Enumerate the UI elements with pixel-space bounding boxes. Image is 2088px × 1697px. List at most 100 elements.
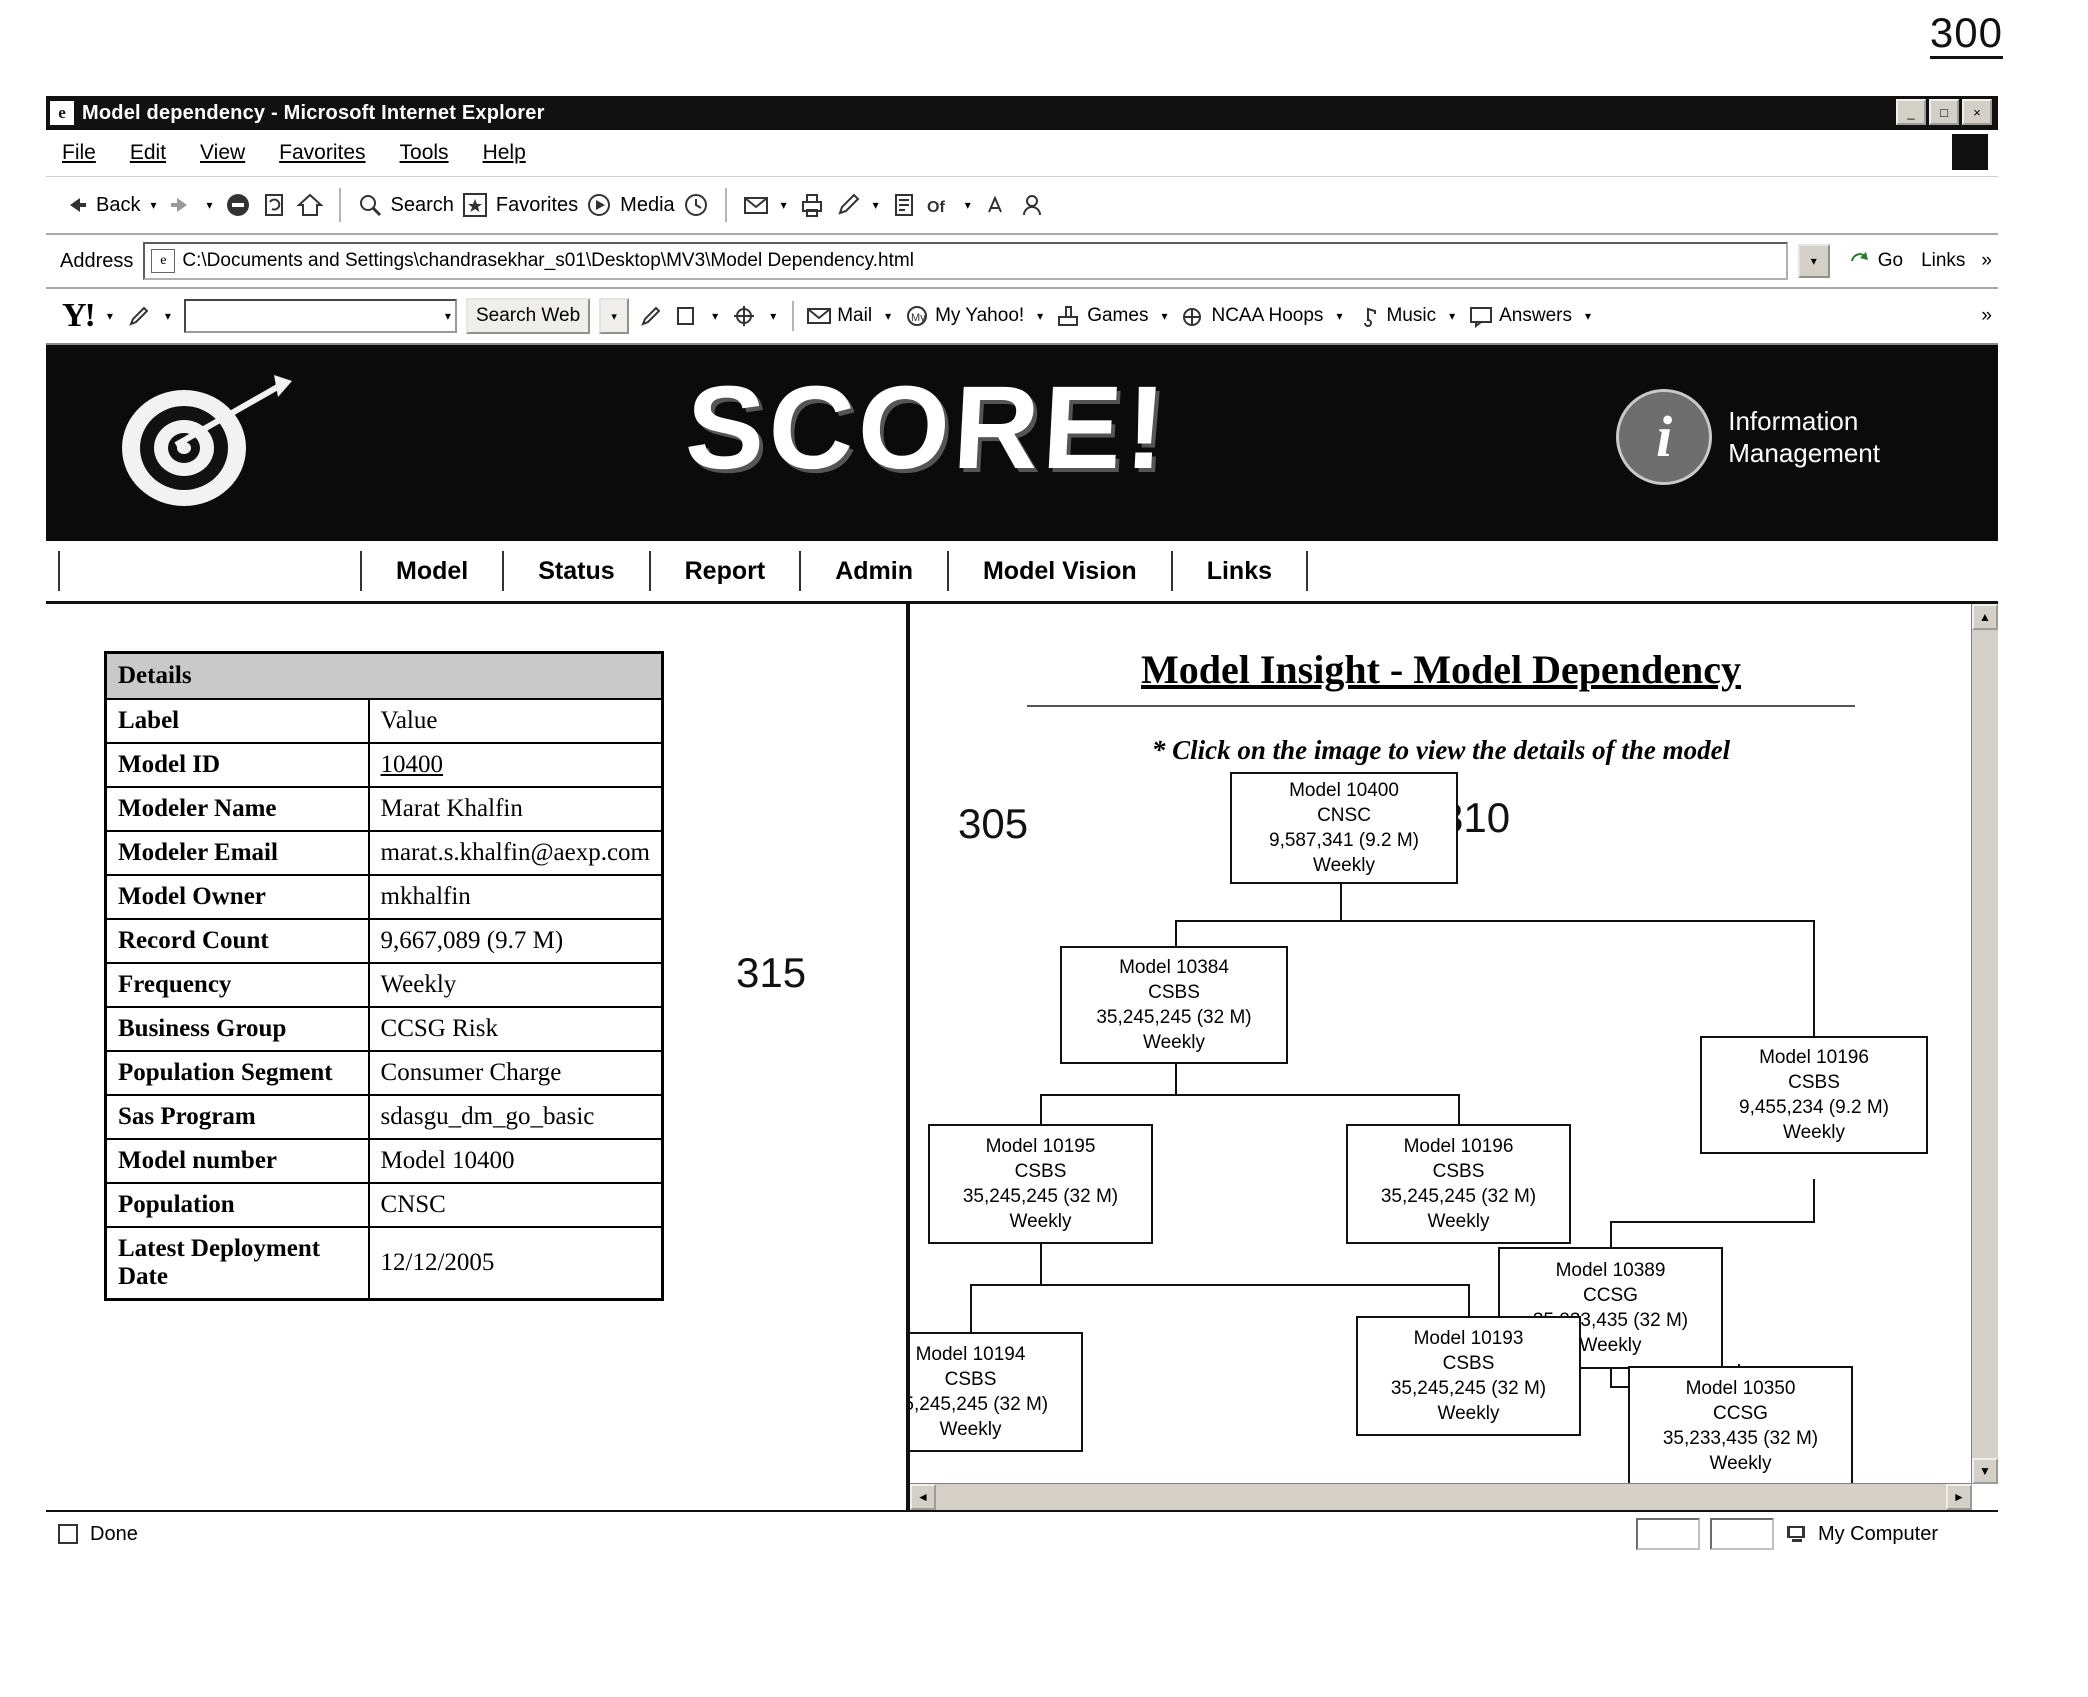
research-button[interactable] [981,190,1011,220]
yahoo-search-input[interactable]: ▾ [183,299,457,333]
refresh-button[interactable] [259,190,289,220]
nav-item-admin[interactable]: Admin [801,557,947,586]
menu-item-help[interactable]: Help [483,141,526,165]
edge-to-10196 [1813,920,1815,1036]
yahoo-antispy-dropdown-icon[interactable]: ▾ [770,309,776,323]
scroll-up-button[interactable]: ▲ [1972,604,1998,630]
yahoo-music-dropdown-icon[interactable]: ▾ [1449,309,1455,323]
yahoo-games-dropdown-icon[interactable]: ▾ [1161,309,1167,323]
diagram-node-10196[interactable]: Model 10196 CSBS 9,455,234 (9.2 M) Weekl… [1700,1036,1928,1154]
home-icon [295,193,324,216]
table-row: Sas Program sdasgu_dm_go_basic [104,1094,664,1140]
model-id-link[interactable]: 10400 [381,751,444,778]
yahoo-search-dropdown-icon[interactable]: ▾ [599,298,630,334]
vertical-scrollbar[interactable]: ▲ ▼ [1971,604,1998,1484]
forward-button[interactable] [167,190,197,220]
diagram-node-10384[interactable]: Model 10384 CSBS 35,245,245 (32 M) Weekl… [1060,946,1288,1064]
row-label-modeler-email: Modeler Email [104,830,370,876]
table-row: Frequency Weekly [104,962,664,1008]
address-overflow-icon[interactable]: » [1981,250,1998,272]
diagram-node-10196b[interactable]: Model 10196 CSBS 35,245,245 (32 M) Weekl… [1346,1124,1571,1244]
back-dropdown-icon[interactable]: ▾ [150,198,156,212]
address-input[interactable]: e C:\Documents and Settings\chandrasekha… [143,242,1788,280]
edit-button[interactable] [833,190,863,220]
menu-item-tools[interactable]: Tools [400,141,449,165]
menu-item-favorites[interactable]: Favorites [279,141,365,165]
yahoo-answers-dropdown-icon[interactable]: ▾ [1585,309,1591,323]
yahoo-my-yahoo-dropdown-icon[interactable]: ▾ [1037,309,1043,323]
diagram-node-10350[interactable]: Model 10350 CCSG 35,233,435 (32 M) Weekl… [1628,1366,1853,1484]
menu-item-edit[interactable]: Edit [130,141,166,165]
yahoo-highlight-icon[interactable] [638,304,664,328]
yahoo-search-input-caret-icon[interactable]: ▾ [445,309,451,323]
discuss-button[interactable] [889,190,919,220]
nav-item-status[interactable]: Status [504,557,648,586]
search-button[interactable]: Search [355,190,454,220]
score-banner: SCORE! i Information Management [46,345,1998,541]
yahoo-bookmarks-icon[interactable] [673,304,699,328]
nav-item-links[interactable]: Links [1173,557,1306,586]
yahoo-mail-button[interactable]: Mail [806,304,872,328]
media-button[interactable]: Media [584,190,675,220]
computer-icon [1786,1526,1805,1542]
close-button[interactable]: × [1962,99,1992,125]
horizontal-scrollbar[interactable]: ◄ ► [910,1483,1972,1510]
print-button[interactable] [797,190,827,220]
my-yahoo-icon: My [907,306,928,326]
yahoo-bookmarks-dropdown-icon[interactable]: ▾ [712,309,718,323]
diagram-node-10194[interactable]: Model 10194 CSBS 35,245,245 (32 M) Weekl… [910,1332,1083,1452]
nav-item-model[interactable]: Model [362,557,502,586]
refresh-icon [264,194,283,216]
security-zone-label: My Computer [1817,1522,1938,1545]
yahoo-ncaa-hoops-label: NCAA Hoops [1211,305,1324,326]
yahoo-logo-icon[interactable]: Y! [62,297,96,335]
yahoo-music-button[interactable]: Music [1355,304,1436,328]
figure-number: 300 [1929,12,2003,59]
nav-item-report[interactable]: Report [651,557,800,586]
yahoo-my-yahoo-button[interactable]: My My Yahoo! [904,304,1024,328]
diagram-node-10193[interactable]: Model 10193 CSBS 35,245,245 (32 M) Weekl… [1356,1316,1581,1436]
yahoo-pencil-icon[interactable] [126,304,152,328]
edge-10384-down [1175,1064,1177,1094]
yahoo-ncaa-hoops-button[interactable]: NCAA Hoops [1180,304,1323,328]
stop-button[interactable] [223,190,253,220]
mail-dropdown-icon[interactable]: ▾ [781,198,787,212]
edit-dropdown-icon[interactable]: ▾ [873,198,879,212]
yahoo-antispy-icon[interactable] [731,304,757,328]
menu-item-view[interactable]: View [200,141,245,165]
yahoo-ncaa-dropdown-icon[interactable]: ▾ [1336,309,1342,323]
scroll-left-button[interactable]: ◄ [910,1484,936,1510]
address-dropdown-icon[interactable]: ▾ [1797,244,1830,278]
messenger-button[interactable]: Of [925,190,955,220]
node-population: CCSG [1583,1284,1638,1306]
yahoo-pencil-dropdown-icon[interactable]: ▾ [165,309,171,323]
favorites-button[interactable]: Favorites [460,190,578,220]
go-button[interactable]: Go [1840,250,1911,272]
yahoo-games-button[interactable]: Games [1056,304,1148,328]
scroll-down-button[interactable]: ▼ [1972,1458,1998,1484]
yahoo-search-web-button[interactable]: Search Web [465,298,591,334]
diagram-node-10195[interactable]: Model 10195 CSBS 35,245,245 (32 M) Weekl… [928,1124,1153,1244]
scroll-right-button[interactable]: ► [1946,1484,1972,1510]
yahoo-overflow-icon[interactable]: » [1981,305,1998,327]
minimize-button[interactable]: _ [1896,99,1926,125]
security-zone[interactable]: My Computer [1784,1523,1998,1546]
contacts-button[interactable] [1017,190,1047,220]
menu-item-file[interactable]: File [62,141,96,165]
back-button[interactable]: Back [60,190,140,220]
forward-dropdown-icon[interactable]: ▾ [207,198,213,212]
messenger-dropdown-icon[interactable]: ▾ [965,198,971,212]
links-button[interactable]: Links [1921,250,1971,272]
maximize-button[interactable]: □ [1929,99,1959,125]
yahoo-mail-dropdown-icon[interactable]: ▾ [885,309,891,323]
yahoo-logo-dropdown-icon[interactable]: ▾ [107,309,113,323]
diagram-node-10400[interactable]: Model 10400 CNSC 9,587,341 (9.2 M) Weekl… [1230,772,1458,884]
yahoo-answers-button[interactable]: Answers [1468,304,1572,328]
history-button[interactable] [681,190,711,220]
row-value-model-id[interactable]: 10400 [367,742,664,788]
toolbar-separator-1 [338,188,341,222]
home-button[interactable] [295,190,325,220]
nav-item-model-vision[interactable]: Model Vision [949,557,1171,586]
mail-button[interactable] [741,190,771,220]
page-icon: e [151,249,176,273]
